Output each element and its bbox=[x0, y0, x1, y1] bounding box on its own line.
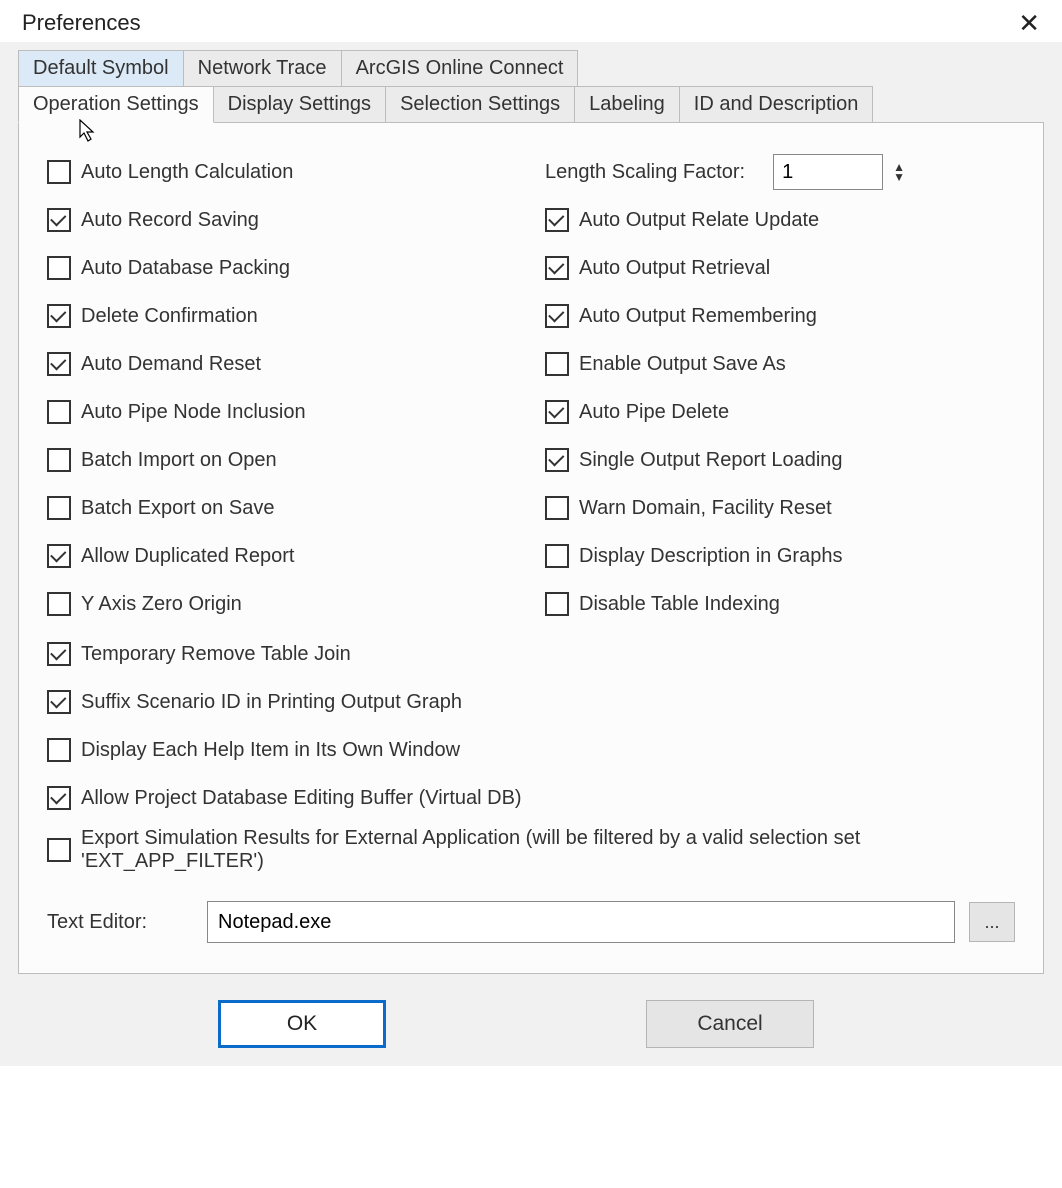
checkbox-row: Auto Record Saving bbox=[47, 201, 517, 239]
checkbox-row: Warn Domain, Facility Reset bbox=[545, 489, 1015, 527]
checkbox-row: Delete Confirmation bbox=[47, 297, 517, 335]
checkbox-row: Auto Length Calculation bbox=[47, 153, 517, 191]
checkbox-row: Enable Output Save As bbox=[545, 345, 1015, 383]
checkbox-label: Enable Output Save As bbox=[579, 353, 786, 376]
browse-button[interactable]: ... bbox=[969, 902, 1015, 942]
tab-row-bottom: Operation Settings Display Settings Sele… bbox=[18, 86, 1044, 123]
checkbox-label: Y Axis Zero Origin bbox=[81, 593, 242, 616]
checkbox-row: Auto Demand Reset bbox=[47, 345, 517, 383]
checkbox-row: Display Description in Graphs bbox=[545, 537, 1015, 575]
checkbox-label: Temporary Remove Table Join bbox=[81, 643, 351, 666]
window-title: Preferences bbox=[22, 10, 141, 36]
checkbox[interactable] bbox=[47, 304, 71, 328]
checkbox-label: Allow Project Database Editing Buffer (V… bbox=[81, 787, 522, 810]
checkbox-label: Auto Output Relate Update bbox=[579, 209, 819, 232]
length-scaling-label: Length Scaling Factor: bbox=[545, 161, 745, 184]
tab-network-trace[interactable]: Network Trace bbox=[183, 50, 342, 87]
checkbox[interactable] bbox=[545, 208, 569, 232]
checkbox-row: Y Axis Zero Origin bbox=[47, 585, 517, 623]
checkbox[interactable] bbox=[47, 642, 71, 666]
length-scaling-row: Length Scaling Factor: ▲ ▼ bbox=[545, 153, 1015, 191]
tab-selection-settings[interactable]: Selection Settings bbox=[385, 86, 575, 123]
tab-display-settings[interactable]: Display Settings bbox=[213, 86, 386, 123]
checkbox[interactable] bbox=[545, 352, 569, 376]
tab-row-top: Default Symbol Network Trace ArcGIS Onli… bbox=[18, 50, 1044, 87]
checkbox-label: Auto Output Remembering bbox=[579, 305, 817, 328]
checkbox-row: Auto Database Packing bbox=[47, 249, 517, 287]
checkbox[interactable] bbox=[47, 838, 71, 862]
ok-button[interactable]: OK bbox=[218, 1000, 386, 1048]
checkbox-label: Allow Duplicated Report bbox=[81, 545, 294, 568]
checkbox-label: Batch Import on Open bbox=[81, 449, 277, 472]
checkbox-label: Batch Export on Save bbox=[81, 497, 274, 520]
checkbox[interactable] bbox=[545, 592, 569, 616]
checkbox[interactable] bbox=[47, 544, 71, 568]
checkbox-label: Auto Output Retrieval bbox=[579, 257, 770, 280]
client-area: Default Symbol Network Trace ArcGIS Onli… bbox=[0, 42, 1062, 1066]
checkbox-label: Export Simulation Results for External A… bbox=[81, 827, 1015, 873]
checkbox-row: Export Simulation Results for External A… bbox=[47, 827, 1015, 873]
checkbox-label: Suffix Scenario ID in Printing Output Gr… bbox=[81, 691, 462, 714]
text-editor-label: Text Editor: bbox=[47, 911, 207, 934]
tab-operation-settings[interactable]: Operation Settings bbox=[18, 86, 214, 123]
checkbox-row: Allow Project Database Editing Buffer (V… bbox=[47, 779, 1015, 817]
checkbox[interactable] bbox=[47, 256, 71, 280]
checkbox-label: Auto Pipe Delete bbox=[579, 401, 729, 424]
checkbox-label: Auto Length Calculation bbox=[81, 161, 293, 184]
checkbox[interactable] bbox=[545, 304, 569, 328]
checkbox-row: Single Output Report Loading bbox=[545, 441, 1015, 479]
tab-default-symbol[interactable]: Default Symbol bbox=[18, 50, 184, 87]
dialog-buttons: OK Cancel bbox=[18, 974, 1044, 1056]
checkbox[interactable] bbox=[47, 738, 71, 762]
checkbox-label: Auto Demand Reset bbox=[81, 353, 261, 376]
checkbox[interactable] bbox=[47, 496, 71, 520]
checkbox[interactable] bbox=[545, 448, 569, 472]
checkbox-label: Auto Record Saving bbox=[81, 209, 259, 232]
checkbox-label: Display Description in Graphs bbox=[579, 545, 842, 568]
tab-arcgis-online-connect[interactable]: ArcGIS Online Connect bbox=[341, 50, 579, 87]
checkbox[interactable] bbox=[545, 256, 569, 280]
checkbox-row: Auto Pipe Node Inclusion bbox=[47, 393, 517, 431]
checkbox[interactable] bbox=[47, 690, 71, 714]
text-editor-input[interactable] bbox=[207, 901, 955, 943]
close-icon[interactable]: ✕ bbox=[1018, 10, 1040, 36]
checkbox-label: Display Each Help Item in Its Own Window bbox=[81, 739, 460, 762]
checkbox[interactable] bbox=[47, 160, 71, 184]
checkbox[interactable] bbox=[545, 544, 569, 568]
checkbox-row: Allow Duplicated Report bbox=[47, 537, 517, 575]
chevron-down-icon[interactable]: ▼ bbox=[893, 172, 905, 182]
checkbox-row: Batch Import on Open bbox=[47, 441, 517, 479]
checkbox[interactable] bbox=[545, 496, 569, 520]
checkbox[interactable] bbox=[47, 400, 71, 424]
checkbox[interactable] bbox=[47, 352, 71, 376]
checkbox-label: Single Output Report Loading bbox=[579, 449, 843, 472]
checkbox[interactable] bbox=[47, 448, 71, 472]
titlebar: Preferences ✕ bbox=[0, 0, 1062, 42]
checkbox-row: Suffix Scenario ID in Printing Output Gr… bbox=[47, 683, 1015, 721]
checkbox-row: Disable Table Indexing bbox=[545, 585, 1015, 623]
checkbox-row: Batch Export on Save bbox=[47, 489, 517, 527]
checkbox-row: Display Each Help Item in Its Own Window bbox=[47, 731, 1015, 769]
checkbox[interactable] bbox=[545, 400, 569, 424]
checkbox[interactable] bbox=[47, 592, 71, 616]
tab-id-and-description[interactable]: ID and Description bbox=[679, 86, 874, 123]
text-editor-row: Text Editor: ... bbox=[47, 901, 1015, 943]
checkbox[interactable] bbox=[47, 208, 71, 232]
checkbox[interactable] bbox=[47, 786, 71, 810]
checkbox-label: Delete Confirmation bbox=[81, 305, 258, 328]
checkbox-row: Auto Output Relate Update bbox=[545, 201, 1015, 239]
checkbox-label: Warn Domain, Facility Reset bbox=[579, 497, 832, 520]
tab-labeling[interactable]: Labeling bbox=[574, 86, 680, 123]
operation-settings-panel: Auto Length Calculation Auto Record Savin… bbox=[18, 122, 1044, 974]
cancel-button[interactable]: Cancel bbox=[646, 1000, 814, 1048]
checkbox-label: Disable Table Indexing bbox=[579, 593, 780, 616]
checkbox-row: Temporary Remove Table Join bbox=[47, 635, 1015, 673]
checkbox-label: Auto Pipe Node Inclusion bbox=[81, 401, 306, 424]
checkbox-row: Auto Output Remembering bbox=[545, 297, 1015, 335]
checkbox-row: Auto Pipe Delete bbox=[545, 393, 1015, 431]
length-scaling-spinner[interactable]: ▲ ▼ bbox=[893, 162, 905, 182]
checkbox-row: Auto Output Retrieval bbox=[545, 249, 1015, 287]
checkbox-label: Auto Database Packing bbox=[81, 257, 290, 280]
length-scaling-input[interactable] bbox=[773, 154, 883, 190]
